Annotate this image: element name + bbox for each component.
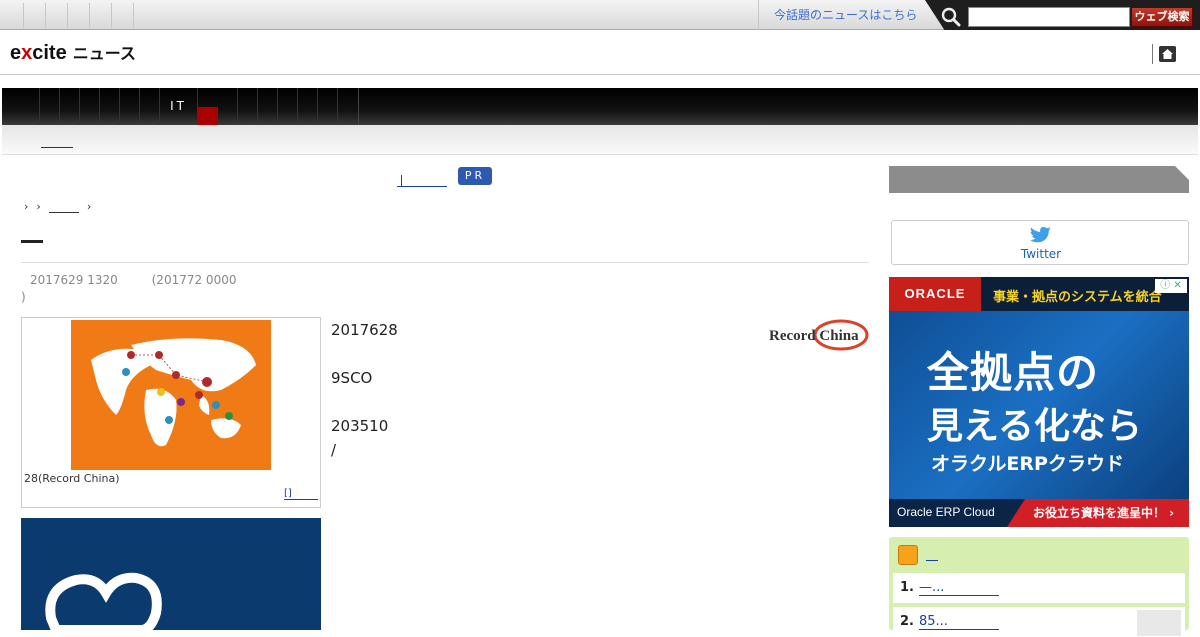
web-search-button[interactable]: ウェブ検索 [1131, 7, 1193, 27]
oracle-brand: ORACLE [889, 277, 981, 311]
utility-slot[interactable] [90, 3, 112, 28]
ad-product: Oracle ERP Cloud [897, 505, 995, 519]
published-date: 2017629 1320 [30, 273, 118, 287]
sub-nav [2, 125, 1198, 155]
ranking-thumbnail[interactable] [1137, 610, 1181, 636]
ranking-icon [898, 545, 918, 565]
nav-tab[interactable] [218, 88, 238, 125]
ranking-box: 1. —... 2. 85... [889, 537, 1189, 637]
updated-date-close: ) [21, 290, 26, 304]
pr-badge: PR [458, 167, 492, 185]
article-photo-box: 28(Record China) [] [21, 317, 321, 508]
nav-tab-it[interactable]: IT [160, 88, 198, 125]
search-input[interactable] [968, 7, 1130, 27]
pr-link[interactable] [397, 169, 447, 187]
logo-text: e [10, 42, 22, 64]
article-body: 2017628 9SCO 203510 / [331, 318, 751, 462]
breadcrumb-separator: › [86, 200, 92, 213]
breadcrumb-link[interactable] [48, 201, 79, 213]
sub-nav-item[interactable] [41, 134, 73, 148]
ranking-number: 2. [900, 614, 914, 629]
record-china-logo[interactable]: Record China [769, 318, 869, 352]
utility-slot[interactable] [24, 3, 46, 28]
twitter-share-button[interactable]: Twitter [891, 220, 1189, 265]
utility-slot[interactable] [2, 3, 24, 28]
nav-tab[interactable] [100, 88, 120, 125]
nav-tab[interactable] [40, 88, 60, 125]
ranking-item: 1. —... [893, 573, 1185, 603]
home-icon [1159, 46, 1176, 62]
breadcrumb: › › › [24, 200, 91, 213]
twitter-icon [1030, 227, 1051, 243]
article-paragraph: 2017628 [331, 321, 398, 339]
title-divider [21, 262, 869, 263]
article-paragraph: 9SCO [331, 369, 373, 387]
nav-tab[interactable] [318, 88, 338, 125]
ad-headline: 見える化なら [927, 406, 1142, 447]
nav-tab[interactable] [120, 88, 140, 125]
search-icon [941, 7, 961, 27]
breadcrumb-separator: › [24, 200, 29, 213]
ad-subheadline: オラクルERPクラウド [931, 453, 1124, 475]
twitter-label: Twitter [1020, 247, 1062, 261]
sidebar-header [889, 166, 1189, 193]
top-utility-bar: 今話題のニュースはこちら ウェブ検索 [0, 0, 1200, 34]
ranking-title-link[interactable]: 85... [919, 614, 999, 630]
article-paragraph: 203510 [331, 417, 389, 435]
article-title [21, 240, 43, 243]
ad-bottom-band: Oracle ERP Cloud お役立ち資料を進呈中！ › [889, 499, 1189, 527]
oracle-ad[interactable]: ORACLE 事業・拠点のシステムを統合 ⓘ ✕ 全拠点の 見える化なら オラク… [889, 277, 1189, 527]
ad-choices-icon[interactable]: ⓘ ✕ [1155, 279, 1187, 293]
ranking-title-link[interactable]: —... [919, 580, 999, 596]
nav-tab[interactable] [298, 88, 318, 125]
category-nav: IT [2, 88, 1198, 125]
nav-tab[interactable] [238, 88, 258, 125]
ad-tagline: 事業・拠点のシステムを統合 [993, 290, 1162, 305]
nav-tab[interactable] [278, 88, 298, 125]
logo-bar: excite ニュース [0, 30, 1200, 75]
utility-slot[interactable] [68, 3, 90, 28]
nav-divider [358, 88, 359, 125]
nav-tab-active[interactable] [198, 107, 218, 125]
nav-tab[interactable] [140, 88, 160, 125]
photo-caption: 28(Record China) [24, 472, 120, 485]
logo-section: ニュース [72, 46, 136, 63]
article-photo[interactable] [71, 320, 271, 470]
utility-slots [2, 3, 134, 28]
ranking-item: 2. 85... [893, 607, 1185, 637]
nav-tab[interactable] [20, 88, 40, 125]
hot-news-link[interactable]: 今話題のニュースはこちら [758, 0, 930, 30]
utility-slot[interactable] [46, 3, 68, 28]
ad-headline: 全拠点の [927, 348, 1100, 397]
logo-text: cite [32, 42, 67, 64]
ranking-number: 1. [900, 580, 914, 595]
home-button[interactable] [1152, 44, 1176, 64]
utility-slot[interactable] [112, 3, 134, 28]
source-logo-text: Record China [769, 328, 859, 344]
nav-tab[interactable] [258, 88, 278, 125]
updated-date: (201772 0000 [151, 273, 237, 287]
nav-tab[interactable] [80, 88, 100, 125]
excite-logo[interactable]: excite ニュース [10, 40, 136, 65]
ad-cta-button[interactable]: お役立ち資料を進呈中！ › [1007, 499, 1189, 527]
article-paragraph: / [331, 441, 337, 459]
world-map-image [71, 320, 271, 470]
breadcrumb-separator: › [36, 200, 41, 213]
article-dates: 2017629 1320 (201772 0000 ) [21, 272, 321, 306]
logo-x: x [21, 42, 33, 64]
ranking-header-link[interactable] [926, 547, 938, 561]
side-ad-banner[interactable] [21, 518, 321, 630]
ad-logo-icon [45, 572, 162, 630]
nav-tab[interactable] [60, 88, 80, 125]
photo-more-link[interactable]: [] [284, 488, 318, 500]
